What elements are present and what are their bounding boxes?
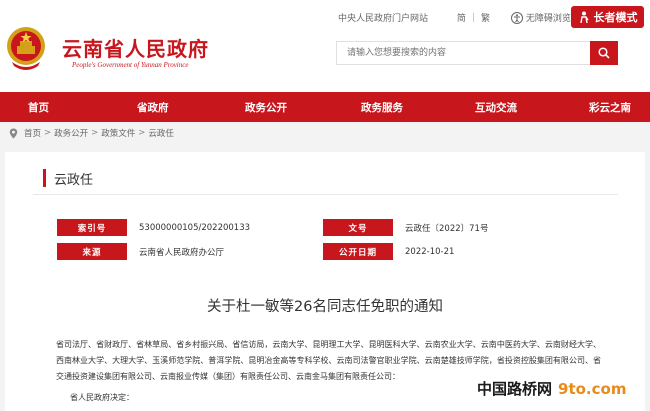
index-value: 53000000105/202200133 bbox=[139, 222, 251, 233]
elder-mode-button[interactable]: 长者模式 bbox=[571, 6, 644, 28]
breadcrumb-separator: > bbox=[91, 128, 99, 138]
source-label: 来源 bbox=[57, 243, 127, 260]
location-pin-icon bbox=[9, 128, 18, 138]
breadcrumb-policy-docs[interactable]: 政策文件 bbox=[101, 127, 135, 139]
portal-link[interactable]: 中央人民政府门户网站 bbox=[338, 11, 428, 24]
watermark-domain: 9to.com bbox=[558, 380, 627, 398]
publish-date-value: 2022-10-21 bbox=[405, 246, 455, 257]
breadcrumb: 首页 > 政务公开 > 政策文件 > 云政任 bbox=[9, 127, 174, 139]
nav-item-interaction[interactable]: 互动交流 bbox=[475, 100, 517, 115]
document-body-decision: 省人民政府决定： bbox=[70, 393, 134, 402]
doc-category-tag: 云政任 bbox=[43, 169, 93, 188]
document-title: 关于杜一敏等26名同志任免职的通知 bbox=[207, 299, 443, 315]
watermark: 中国路桥网 9to.com bbox=[477, 378, 626, 399]
main-nav: 首页 省政府 政务公开 政务服务 互动交流 彩云之南 bbox=[0, 92, 650, 122]
tag-divider bbox=[33, 194, 618, 195]
accessibility-link[interactable]: 无障碍浏览 bbox=[510, 11, 571, 24]
breadcrumb-home[interactable]: 首页 bbox=[24, 127, 41, 139]
search-button[interactable] bbox=[590, 41, 618, 65]
search-input[interactable] bbox=[336, 41, 590, 65]
site-header: 云南省人民政府 People's Government of Yunnan Pr… bbox=[0, 0, 650, 92]
nav-item-home[interactable]: 首页 bbox=[28, 100, 49, 115]
lang-traditional-link[interactable]: 繁 bbox=[481, 11, 490, 24]
nav-item-government[interactable]: 省政府 bbox=[137, 100, 169, 115]
doc-number-value: 云政任〔2022〕71号 bbox=[405, 223, 489, 234]
site-title[interactable]: 云南省人民政府 bbox=[62, 33, 209, 62]
breadcrumb-separator: > bbox=[138, 128, 146, 138]
publish-date-label: 公开日期 bbox=[323, 243, 393, 260]
breadcrumb-affairs-open[interactable]: 政务公开 bbox=[54, 127, 88, 139]
breadcrumb-current[interactable]: 云政任 bbox=[148, 127, 174, 139]
breadcrumb-separator: > bbox=[44, 128, 52, 138]
site-subtitle: People's Government of Yunnan Province bbox=[72, 61, 189, 69]
document-card: 云政任 索引号 53000000105/202200133 文号 云政任〔202… bbox=[5, 152, 645, 411]
watermark-site-name: 中国路桥网 bbox=[477, 380, 553, 398]
nav-item-services[interactable]: 政务服务 bbox=[361, 100, 403, 115]
nav-item-affairs-open[interactable]: 政务公开 bbox=[245, 100, 287, 115]
lang-simplified-link[interactable]: 简 bbox=[457, 11, 466, 24]
accessibility-icon bbox=[510, 11, 523, 24]
national-emblem-icon bbox=[7, 27, 45, 70]
search-icon bbox=[598, 47, 610, 59]
lang-divider: | bbox=[471, 12, 475, 23]
elder-mode-label: 长者模式 bbox=[593, 11, 638, 24]
elder-icon bbox=[579, 11, 589, 23]
index-label: 索引号 bbox=[57, 219, 127, 236]
top-links: 中央人民政府门户网站 简 | 繁 无障碍浏览 bbox=[338, 11, 571, 24]
accessibility-label: 无障碍浏览 bbox=[525, 14, 571, 24]
source-value: 云南省人民政府办公厅 bbox=[139, 247, 225, 258]
nav-item-yunnan[interactable]: 彩云之南 bbox=[589, 100, 631, 115]
doc-number-label: 文号 bbox=[323, 219, 393, 236]
